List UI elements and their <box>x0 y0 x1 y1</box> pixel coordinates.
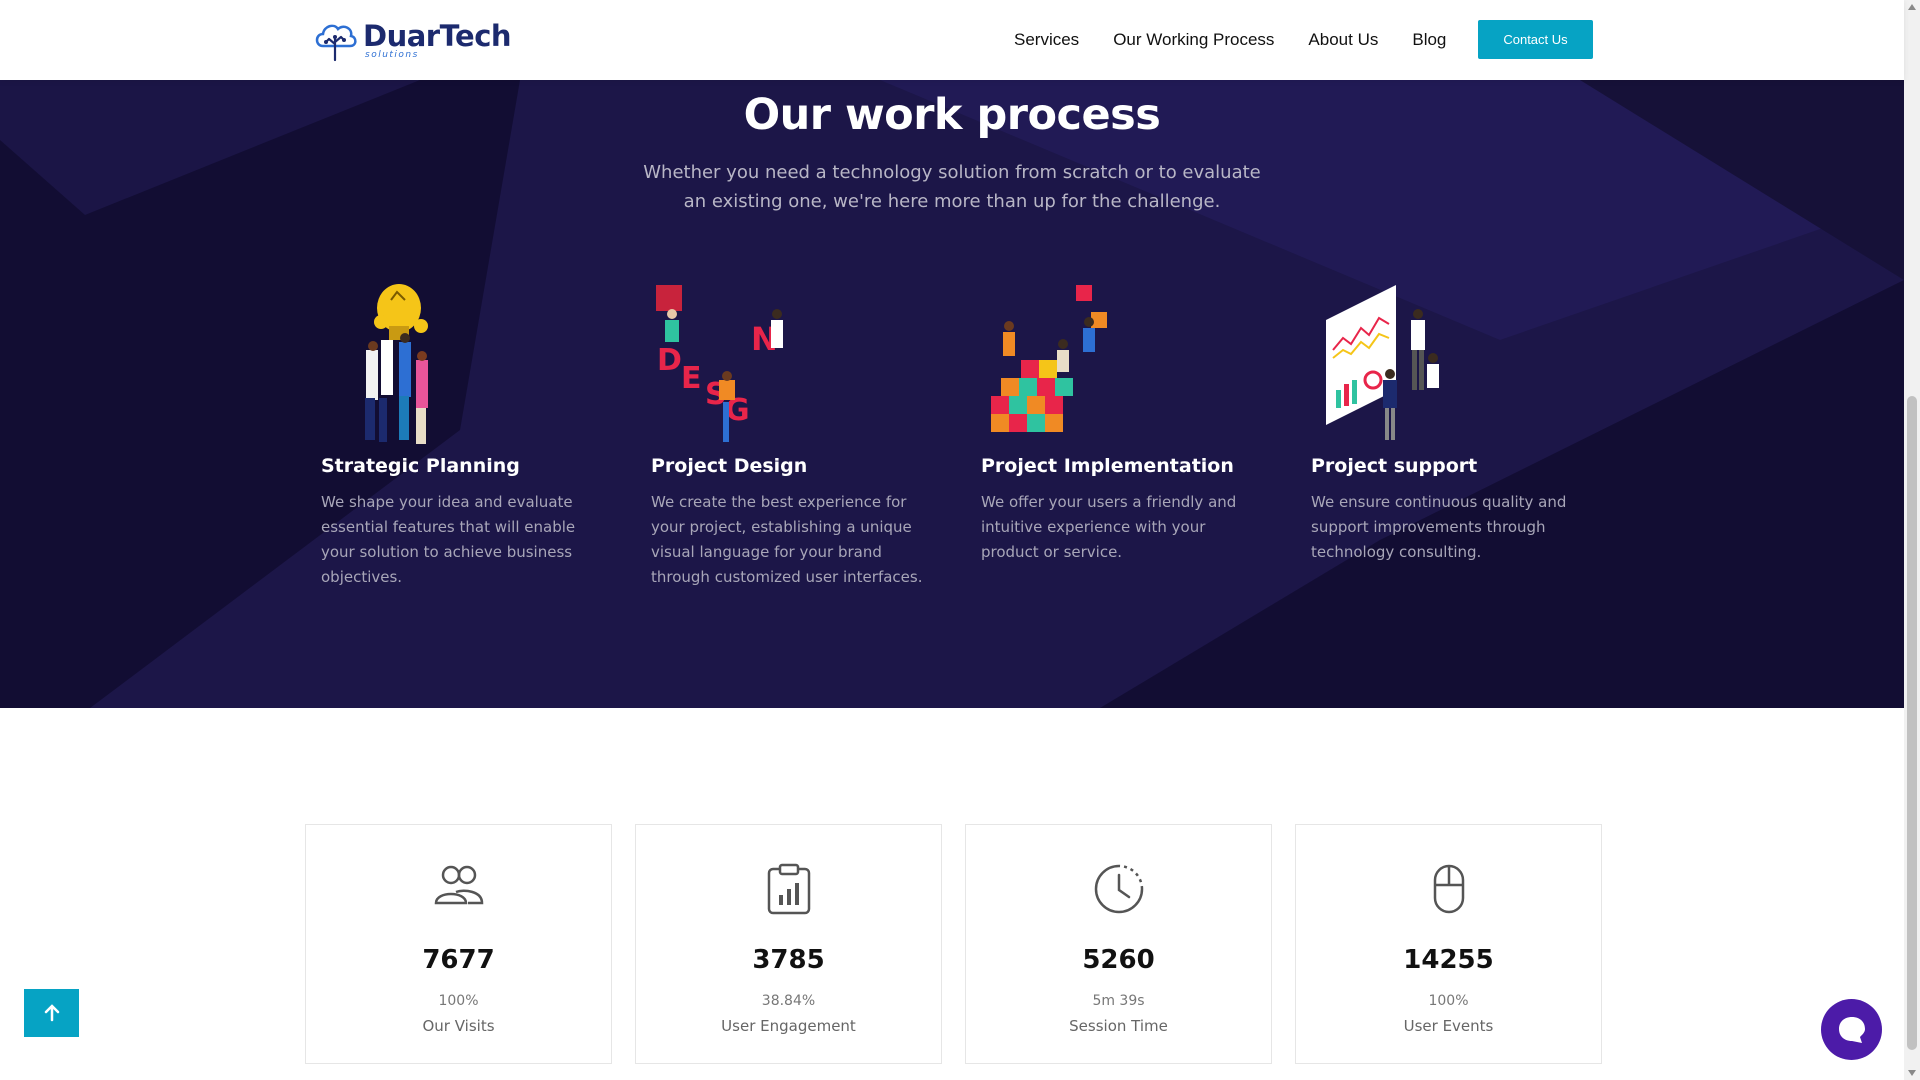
scroll-down-arrow-icon[interactable] <box>1908 1070 1916 1076</box>
stat-card-events: 14255 100% User Events <box>1295 824 1602 1064</box>
stat-percent: 38.84% <box>761 993 816 1009</box>
brand-name: DuarTech <box>363 19 512 53</box>
work-process-section: Our work process Whether you need a tech… <box>0 80 1904 708</box>
clock-icon <box>1094 864 1143 914</box>
step-title: Project support <box>1311 455 1478 477</box>
stat-card-engagement: 3785 38.84% User Engagement <box>635 824 942 1064</box>
svg-text:E: E <box>681 361 702 396</box>
step-title: Strategic Planning <box>321 455 520 477</box>
contact-us-button[interactable]: Contact Us <box>1478 20 1593 59</box>
section-subtitle: Whether you need a technology solution f… <box>643 162 1261 212</box>
step-title: Project Implementation <box>981 455 1234 477</box>
building-blocks-illustration-icon <box>991 285 1107 432</box>
section-title: Our work process <box>743 90 1161 140</box>
people-lightbulb-illustration-icon <box>365 284 428 444</box>
stat-card-session: 5260 5m 39s Session Time <box>965 824 1272 1064</box>
nav-services[interactable]: Services <box>1014 30 1079 50</box>
dashboard-charts-illustration-icon <box>1326 285 1439 440</box>
stat-label: User Events <box>1403 1017 1494 1035</box>
nav-working-process[interactable]: Our Working Process <box>1113 30 1274 50</box>
stat-label: User Engagement <box>721 1017 856 1035</box>
step-title: Project Design <box>651 455 808 477</box>
clipboard-chart-icon <box>767 863 810 915</box>
stat-card-visits: 7677 100% Our Visits <box>305 824 612 1064</box>
stat-label: Session Time <box>1069 1017 1168 1035</box>
design-letters-illustration-icon: D E S G N <box>656 285 783 442</box>
stat-value: 14255 <box>1403 945 1494 975</box>
step-description: We ensure continuous quality and support… <box>1311 493 1567 561</box>
chat-widget-button[interactable] <box>1821 999 1882 1060</box>
step-description: We offer your users a friendly and intui… <box>981 493 1237 561</box>
stat-percent: 100% <box>438 993 479 1009</box>
page-scrollbar[interactable] <box>1904 0 1920 1080</box>
stat-percent: 100% <box>1428 993 1469 1009</box>
mouse-icon <box>1433 864 1464 914</box>
nav-blog[interactable]: Blog <box>1412 30 1446 50</box>
main-nav: Services Our Working Process About Us Bl… <box>1014 0 1446 80</box>
step-description: We create the best experience for your p… <box>651 493 923 586</box>
svg-text:D: D <box>657 343 682 378</box>
arrow-up-icon <box>44 1004 59 1022</box>
stat-value: 5260 <box>1082 945 1155 975</box>
stat-label: Our Visits <box>422 1017 495 1035</box>
nav-about-us[interactable]: About Us <box>1308 30 1378 50</box>
scrollbar-thumb[interactable] <box>1907 396 1917 1050</box>
brand-logo[interactable]: DuarTech solutions <box>313 16 512 62</box>
users-icon <box>434 865 483 905</box>
scroll-up-arrow-icon[interactable] <box>1908 4 1916 10</box>
cloud-tree-logo-icon <box>315 24 357 62</box>
site-header: DuarTech solutions Services Our Working … <box>0 0 1904 80</box>
step-description: We shape your idea and evaluate essentia… <box>321 493 576 586</box>
chat-bubble-icon <box>1838 1016 1865 1043</box>
stat-value: 3785 <box>752 945 825 975</box>
stat-value: 7677 <box>422 945 495 975</box>
stat-percent: 5m 39s <box>1092 993 1145 1009</box>
scroll-to-top-button[interactable] <box>24 989 79 1037</box>
